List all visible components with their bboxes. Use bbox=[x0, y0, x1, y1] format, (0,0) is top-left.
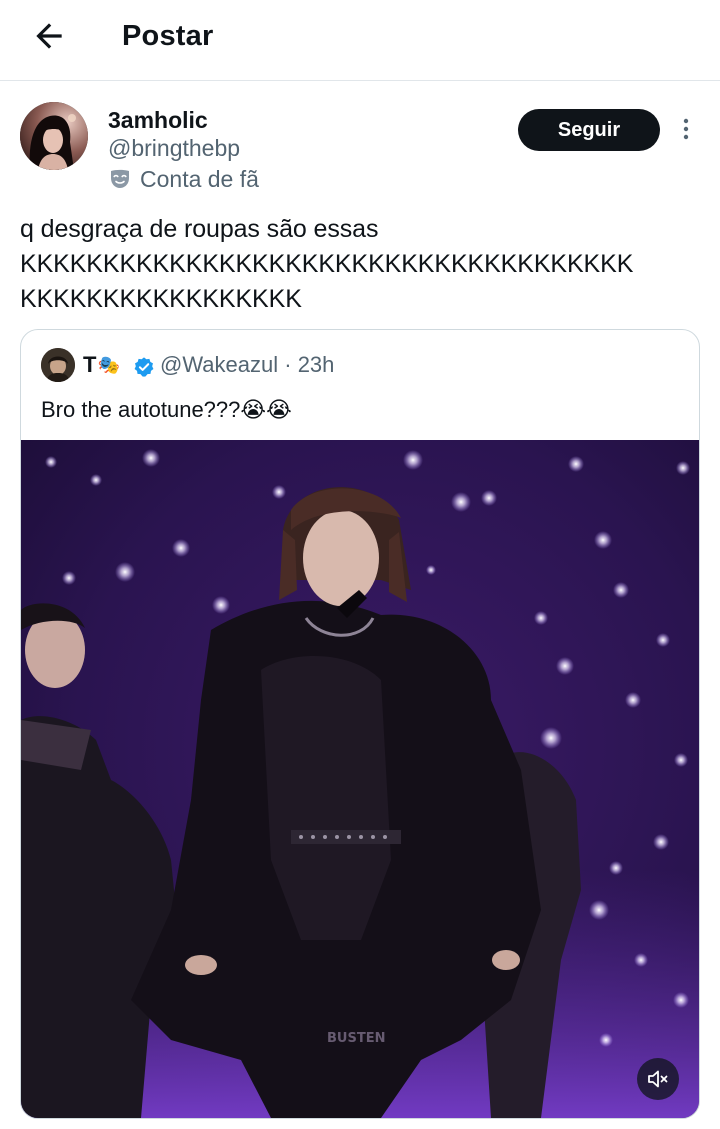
quoted-author-emoji: 🎭 bbox=[97, 355, 120, 375]
theater-mask-icon bbox=[111, 169, 129, 188]
fan-account-text: Conta de fã bbox=[140, 166, 259, 192]
post-text: q desgraça de roupas são essas KKKKKKKKK… bbox=[20, 212, 710, 317]
top-bar: Postar bbox=[0, 0, 720, 81]
quoted-post-text: Bro the autotune???😭😭 bbox=[41, 397, 292, 422]
arrow-left-icon bbox=[36, 23, 62, 49]
quoted-author-name[interactable]: T 🎭 bbox=[83, 350, 120, 380]
post-text-line: KKKKKKKKKKKKKKKKK bbox=[20, 285, 302, 313]
quoted-author-handle: @Wakeazul bbox=[160, 352, 279, 377]
quoted-post-time: · 23h bbox=[284, 352, 335, 377]
quoted-author-handle-time[interactable]: @Wakeazul · 23h bbox=[160, 350, 334, 380]
video-player[interactable]: BUSTEN bbox=[21, 440, 699, 1118]
quoted-author-name-text: T bbox=[83, 352, 97, 377]
video-watermark: BUSTEN bbox=[327, 1031, 385, 1046]
author-name[interactable]: 3amholic bbox=[108, 106, 208, 134]
follow-button[interactable]: Seguir bbox=[518, 109, 660, 151]
verified-badge-icon bbox=[134, 357, 154, 377]
volume-muted-icon bbox=[648, 1070, 668, 1088]
post-text-line: KKKKKKKKKKKKKKKKKKKKKKKKKKKKKKKKKKKKK bbox=[20, 250, 634, 278]
author-handle[interactable]: @bringthebp bbox=[108, 134, 240, 162]
fan-account-label: Conta de fã bbox=[108, 164, 259, 194]
quoted-post-card[interactable]: T 🎭 @Wakeazul · 23h Bro the autotune???😭… bbox=[20, 329, 700, 1119]
quoted-avatar-image bbox=[41, 348, 75, 382]
more-vertical-icon bbox=[683, 118, 689, 140]
author-avatar[interactable] bbox=[20, 102, 88, 170]
mute-toggle-button[interactable] bbox=[637, 1058, 679, 1100]
video-frame: BUSTEN bbox=[21, 440, 699, 1118]
post-text-line: q desgraça de roupas são essas bbox=[20, 215, 379, 243]
avatar-image bbox=[20, 102, 88, 170]
page-title: Postar bbox=[122, 20, 214, 52]
more-options-button[interactable] bbox=[676, 114, 696, 146]
quoted-author-avatar[interactable] bbox=[41, 348, 75, 382]
back-button[interactable] bbox=[30, 17, 68, 55]
